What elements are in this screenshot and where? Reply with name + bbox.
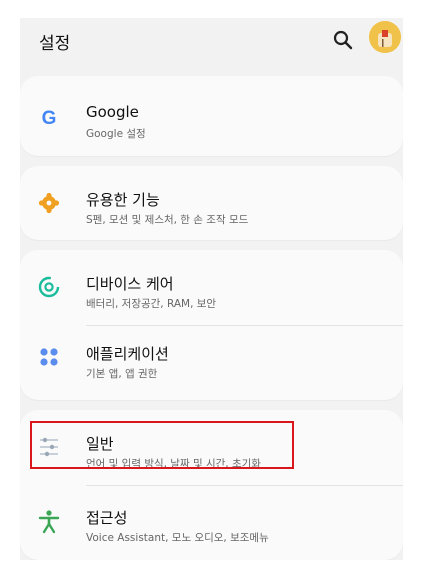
apps-grid-icon bbox=[36, 344, 62, 370]
sliders-icon bbox=[36, 434, 62, 460]
item-title: 애플리케이션 bbox=[86, 345, 169, 363]
card-device-apps: 디바이스 케어 배터리, 저장공간, RAM, 보안 애플리케이션 기본 앱, … bbox=[20, 250, 403, 400]
item-title: 유용한 기능 bbox=[86, 191, 160, 209]
header: 설정 bbox=[20, 18, 403, 68]
item-subtitle: 기본 앱, 앱 권한 bbox=[86, 368, 158, 380]
device-care-icon bbox=[36, 274, 62, 300]
page-title: 설정 bbox=[39, 34, 71, 54]
item-subtitle: 언어 및 입력 방식, 날짜 및 시간, 초기화 bbox=[86, 458, 261, 470]
settings-item-accessibility[interactable]: 접근성 Voice Assistant, 모노 오디오, 보조메뉴 bbox=[20, 480, 403, 560]
settings-item-google[interactable]: G Google Google 설정 bbox=[20, 76, 403, 156]
settings-item-applications[interactable]: 애플리케이션 기본 앱, 앱 권한 bbox=[20, 316, 403, 396]
item-subtitle: Google 설정 bbox=[86, 128, 146, 140]
card-advanced-features: 유용한 기능 S펜, 모션 및 제스처, 한 손 조작 모드 bbox=[20, 166, 403, 240]
avatar[interactable] bbox=[369, 21, 401, 53]
settings-screen: 설정 G Google Google 설정 유용한 기능 S펜, 모션 및 제스… bbox=[20, 18, 403, 560]
settings-item-general[interactable]: 일반 언어 및 입력 방식, 날짜 및 시간, 초기화 bbox=[20, 406, 403, 486]
item-subtitle: 배터리, 저장공간, RAM, 보안 bbox=[86, 298, 217, 310]
item-subtitle: Voice Assistant, 모노 오디오, 보조메뉴 bbox=[86, 532, 269, 544]
svg-text:G: G bbox=[42, 108, 57, 129]
accessibility-icon bbox=[36, 508, 62, 534]
card-google: G Google Google 설정 bbox=[20, 76, 403, 156]
item-title: 디바이스 케어 bbox=[86, 275, 174, 293]
settings-item-device-care[interactable]: 디바이스 케어 배터리, 저장공간, RAM, 보안 bbox=[20, 246, 403, 326]
search-icon[interactable] bbox=[331, 28, 355, 52]
item-subtitle: S펜, 모션 및 제스처, 한 손 조작 모드 bbox=[86, 214, 249, 226]
settings-item-advanced-features[interactable]: 유용한 기능 S펜, 모션 및 제스처, 한 손 조작 모드 bbox=[20, 162, 403, 242]
google-g-icon: G bbox=[36, 104, 62, 130]
item-title: 일반 bbox=[86, 435, 114, 453]
puzzle-icon bbox=[36, 190, 62, 216]
card-general-accessibility: 일반 언어 및 입력 방식, 날짜 및 시간, 초기화 접근성 Voice As… bbox=[20, 410, 403, 560]
item-title: 접근성 bbox=[86, 509, 128, 527]
item-title: Google bbox=[86, 103, 139, 121]
